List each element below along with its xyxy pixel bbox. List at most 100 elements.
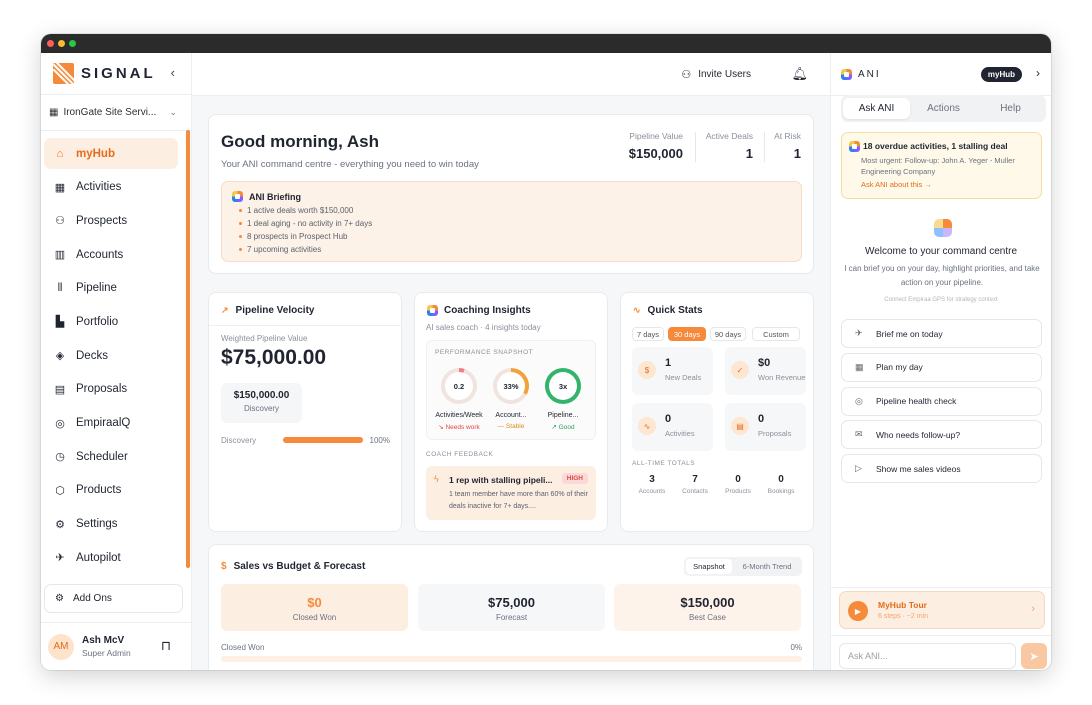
sidebar-item-activities[interactable]: ▦ Activities: [44, 172, 178, 203]
minimize-window-button[interactable]: [58, 40, 65, 47]
document-icon: ▤: [54, 383, 66, 396]
rocket-icon: ✈: [855, 328, 863, 338]
performance-ring: 0.2: [441, 368, 477, 404]
box-label: Best Case: [689, 613, 726, 622]
card-title: Quick Stats: [647, 305, 703, 316]
calendar-icon: ▦: [54, 181, 66, 194]
alert-text: Most urgent: Follow-up: John A. Yeger - …: [861, 156, 1015, 176]
welcome-title: Welcome to your command centre: [864, 246, 1018, 257]
sidebar-item-products[interactable]: ⬡ Products: [44, 475, 178, 506]
play-icon: ▷: [855, 463, 862, 474]
sidebar-item-accounts[interactable]: ▥ Accounts: [44, 239, 178, 270]
page-subtitle: Your ANI command centre - everything you…: [221, 159, 479, 170]
kpi-divider: [695, 132, 696, 162]
user-profile[interactable]: AM Ash McV Super Admin ⊓: [41, 622, 191, 670]
sidebar-item-empiraalq[interactable]: ◎ EmpiraalQ: [44, 408, 178, 439]
app-window: SIGNAL ‹ ▦ IronGate Site Servi... ⌄ ⌂ myH…: [41, 34, 1051, 670]
sidebar-item-scheduler[interactable]: ◷ Scheduler: [44, 441, 178, 472]
range-90-days[interactable]: 90 days: [710, 327, 746, 341]
sidebar-item-settings[interactable]: ⚙ Settings: [44, 509, 178, 540]
progress-pct: 0%: [790, 643, 802, 652]
kpi-value: 1: [793, 146, 801, 161]
divider: [831, 587, 1051, 588]
briefing-title: ANI Briefing: [249, 191, 302, 202]
greeting-card: Good morning, Ash Your ANI command centr…: [208, 114, 814, 274]
ani-logo-icon: [849, 141, 860, 152]
org-selector[interactable]: ▦ IronGate Site Servi... ⌄: [41, 95, 191, 131]
sidebar-item-myhub[interactable]: ⌂ myHub: [44, 138, 178, 169]
total-label: Products: [725, 488, 751, 495]
overdue-alert: 18 overdue activities, 1 stalling deal M…: [841, 132, 1042, 199]
ask-ani-input[interactable]: Ask ANI...: [839, 643, 1016, 669]
toggle-6-month-trend[interactable]: 6-Month Trend: [734, 559, 800, 574]
close-window-button[interactable]: [47, 40, 54, 47]
range-7-days[interactable]: 7 days: [632, 327, 664, 341]
sidebar-item-prospects[interactable]: ⚇ Prospects: [44, 205, 178, 236]
kpi-label: At Risk: [774, 131, 801, 141]
target-icon: ◎: [855, 395, 863, 406]
window-titlebar: [41, 34, 1051, 53]
total-value: 7: [692, 474, 698, 485]
quick-action-brief-me-on-today[interactable]: ✈ Brief me on today: [841, 319, 1042, 348]
kpi-active-deals: Active Deals 1: [706, 131, 753, 161]
stage-progress-track: [283, 437, 363, 443]
sidebar-item-pipeline[interactable]: ⫴ Pipeline: [44, 273, 178, 304]
sidebar-scrollbar[interactable]: [186, 130, 190, 568]
sidebar-item-label: Pipeline: [76, 282, 117, 295]
sidebar-item-label: Accounts: [76, 248, 124, 261]
ring-status: ↗ Good: [551, 424, 575, 431]
add-ons-button[interactable]: ⚙ Add Ons: [44, 584, 183, 613]
quick-action-pipeline-health-check[interactable]: ◎ Pipeline health check: [841, 386, 1042, 416]
ani-logo-icon: [232, 191, 243, 202]
maximize-window-button[interactable]: [69, 40, 76, 47]
box-value: $75,000: [488, 595, 535, 610]
ring-label: Pipeline...: [547, 412, 579, 419]
quick-action-show-me-sales-videos[interactable]: ▷ Show me sales videos: [841, 454, 1042, 484]
total-item: 7 Contacts: [673, 474, 717, 495]
sidebar-item-autopilot[interactable]: ✈ Autopilot: [44, 542, 178, 573]
ani-logo-icon: [841, 69, 852, 80]
ask-ani-link[interactable]: Ask ANI about this →: [861, 180, 932, 189]
bell-icon[interactable]: 🔔︎: [791, 66, 808, 82]
brand-logo[interactable]: SIGNAL ‹: [41, 53, 191, 95]
stat-icon: $: [638, 361, 656, 379]
stat-label: Proposals: [758, 429, 792, 438]
ring-value: 33%: [503, 381, 519, 391]
sidebar-item-portfolio[interactable]: ▙ Portfolio: [44, 306, 178, 337]
quick-action-plan-my-day[interactable]: ▦ Plan my day: [841, 352, 1042, 382]
stat-label: Activities: [665, 429, 695, 438]
sidebar-item-decks[interactable]: ◈ Decks: [44, 340, 178, 371]
logout-icon[interactable]: ⊓: [161, 638, 171, 654]
invite-users-button[interactable]: ⚇ Invite Users: [681, 68, 751, 81]
connect-gps-link[interactable]: Connect Empiraa GPS for strategy context: [831, 297, 1051, 303]
range-custom[interactable]: Custom: [752, 327, 800, 341]
dollar-icon: $: [221, 561, 227, 572]
myhub-tour-button[interactable]: ▶ MyHub Tour 6 steps · ~2 min ›: [839, 591, 1045, 629]
chevron-right-icon[interactable]: ›: [1036, 66, 1040, 80]
tab-actions[interactable]: Actions: [910, 98, 977, 119]
coach-feedback-item[interactable]: ϟ 1 rep with stalling pipeli... HIGH 1 t…: [426, 466, 596, 520]
range-30-days[interactable]: 30 days: [668, 327, 706, 341]
quick-action-who-needs-follow-up[interactable]: ✉ Who needs follow-up?: [841, 420, 1042, 450]
toggle-snapshot[interactable]: Snapshot: [686, 559, 732, 574]
box-label: Forecast: [495, 613, 528, 622]
sidebar-item-proposals[interactable]: ▤ Proposals: [44, 374, 178, 405]
pipeline-icon: ⫴: [57, 281, 63, 294]
user-name: Ash McV: [82, 635, 125, 646]
send-icon[interactable]: ➤: [1021, 643, 1047, 669]
collapse-sidebar-icon[interactable]: ‹: [171, 65, 175, 80]
context-badge[interactable]: myHub: [980, 67, 1022, 82]
stat-value: 1: [665, 357, 672, 369]
stat-label: New Deals: [665, 373, 702, 382]
kpi-label: Pipeline Value: [629, 131, 683, 141]
stat-value: 0: [665, 413, 672, 425]
box-icon: ⬡: [55, 484, 65, 497]
kpi-value: 1: [745, 146, 753, 161]
tab-help[interactable]: Help: [977, 98, 1044, 119]
stage-progress-fill: [283, 437, 363, 443]
tab-ask-ani[interactable]: Ask ANI: [843, 98, 910, 119]
compass-icon: ◎: [55, 417, 65, 430]
brand-name: SIGNAL: [81, 65, 156, 82]
sidebar-item-label: Portfolio: [76, 315, 119, 328]
gear-icon: ⚙: [55, 518, 65, 531]
